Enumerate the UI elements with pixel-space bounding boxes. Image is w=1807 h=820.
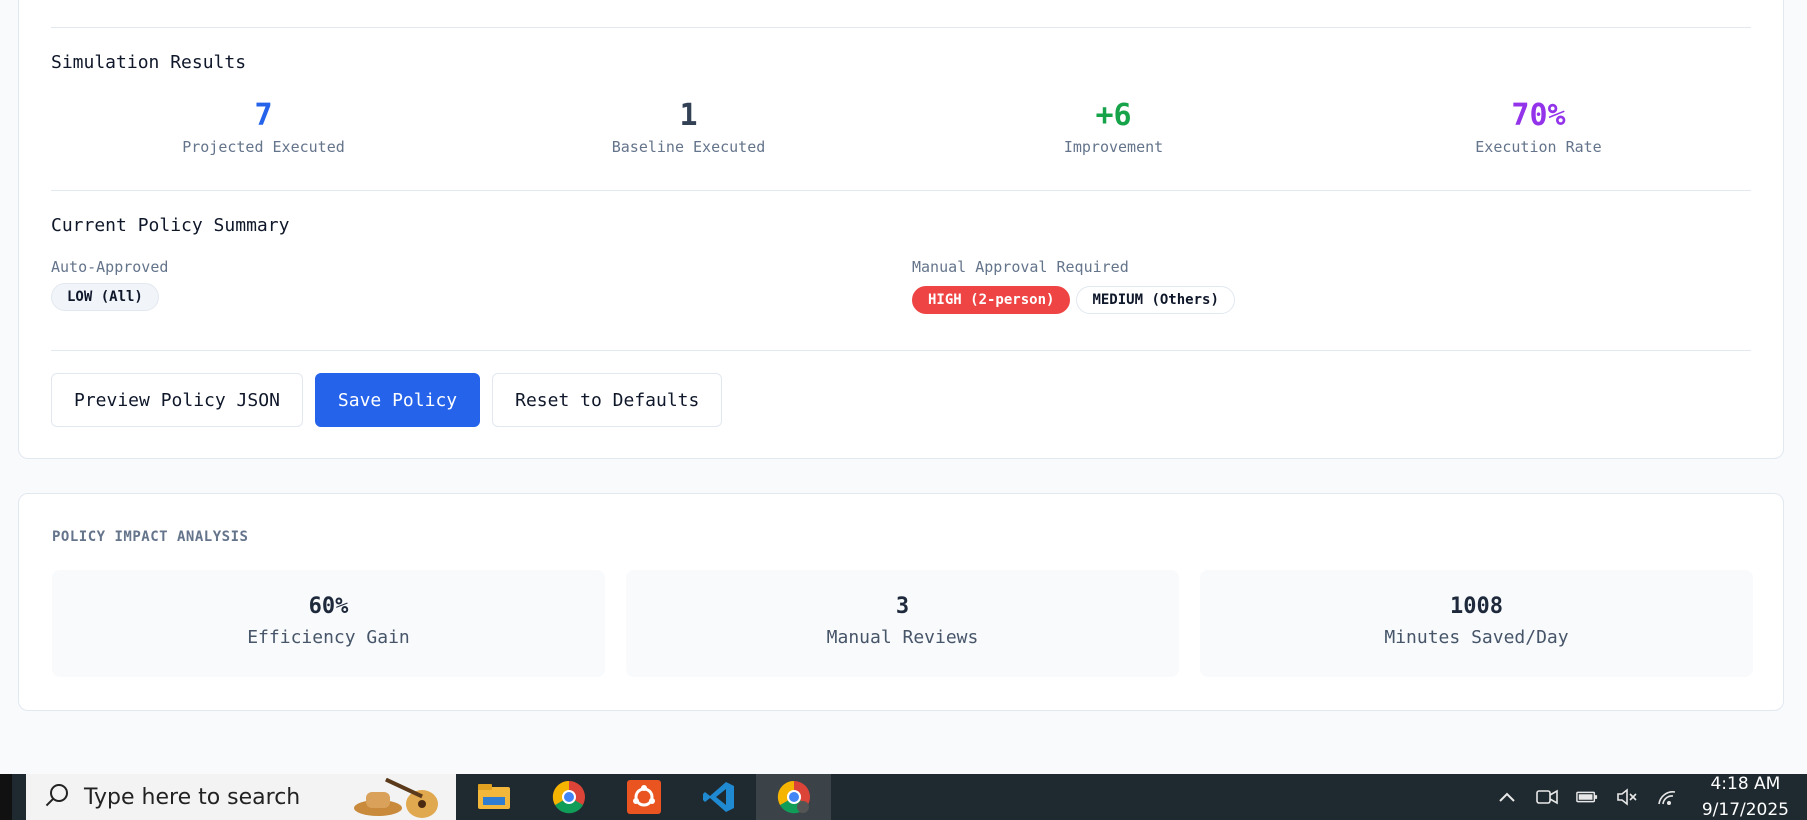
clock[interactable]: 4:18 AM 9/17/2025 — [1702, 771, 1789, 820]
clock-date: 9/17/2025 — [1701, 800, 1789, 820]
impact-manual-reviews: 3 Manual Reviews — [626, 570, 1179, 677]
impact-value: 1008 — [1450, 594, 1503, 619]
pill-high: HIGH (2-person) — [912, 286, 1071, 314]
chrome-icon[interactable] — [531, 774, 606, 820]
policy-summary-title: Current Policy Summary — [51, 215, 290, 236]
wifi-icon[interactable] — [1656, 786, 1678, 808]
ubuntu-icon[interactable] — [606, 774, 681, 820]
file-explorer-icon[interactable] — [456, 774, 531, 820]
impact-efficiency-gain: 60% Efficiency Gain — [52, 570, 605, 677]
impact-label: Manual Reviews — [826, 627, 979, 648]
stat-label: Projected Executed — [182, 138, 345, 156]
search-icon — [42, 782, 72, 812]
taskbar-search[interactable]: Type here to search — [26, 774, 456, 820]
stat-label: Execution Rate — [1475, 138, 1602, 156]
auto-approved-label: Auto-Approved — [51, 258, 169, 276]
search-placeholder: Type here to search — [84, 784, 301, 810]
manual-approval-label: Manual Approval Required — [912, 258, 1129, 276]
divider — [51, 190, 1751, 191]
policy-actions: Preview Policy JSON Save Policy Reset to… — [51, 373, 723, 427]
simulation-stats: 7 Projected Executed 1 Baseline Executed… — [51, 98, 1751, 156]
stat-baseline-executed: 1 Baseline Executed — [476, 98, 901, 156]
start-button[interactable] — [0, 774, 12, 820]
stat-label: Baseline Executed — [611, 138, 766, 156]
impact-value: 3 — [895, 594, 910, 619]
stat-value: 1 — [679, 98, 698, 133]
meet-now-icon[interactable] — [1536, 786, 1558, 808]
impact-label: Efficiency Gain — [247, 627, 410, 648]
stat-improvement: +6 Improvement — [901, 98, 1326, 156]
impact-label: Minutes Saved/Day — [1384, 627, 1569, 648]
pill-medium: MEDIUM (Others) — [1076, 286, 1235, 314]
impact-card: POLICY IMPACT ANALYSIS 60% Efficiency Ga… — [18, 493, 1784, 711]
clock-time: 4:18 AM — [1710, 774, 1781, 794]
simulation-title: Simulation Results — [51, 52, 247, 73]
impact-title: POLICY IMPACT ANALYSIS — [52, 529, 249, 545]
guitar-cowboy-icon — [354, 778, 438, 818]
taskbar: Type here to search 4:18 AM 9/17/2025 — [0, 774, 1807, 820]
stat-execution-rate: 70% Execution Rate — [1326, 98, 1751, 156]
reset-defaults-button[interactable]: Reset to Defaults — [492, 373, 723, 427]
system-tray: 4:18 AM 9/17/2025 — [1496, 771, 1807, 820]
stat-value: +6 — [1095, 98, 1132, 133]
divider — [51, 350, 1751, 351]
divider — [51, 27, 1751, 28]
impact-minutes-saved: 1008 Minutes Saved/Day — [1200, 570, 1753, 677]
vscode-icon[interactable] — [681, 774, 756, 820]
chevron-up-icon[interactable] — [1496, 786, 1518, 808]
battery-icon[interactable] — [1576, 786, 1598, 808]
preview-policy-json-button[interactable]: Preview Policy JSON — [51, 373, 303, 427]
impact-value: 60% — [308, 594, 349, 619]
stat-projected-executed: 7 Projected Executed — [51, 98, 476, 156]
pill-low: LOW (All) — [51, 283, 159, 311]
stat-label: Improvement — [1063, 138, 1164, 156]
volume-muted-icon[interactable] — [1616, 786, 1638, 808]
chrome-profile-icon[interactable] — [756, 774, 831, 820]
stat-value: 7 — [254, 98, 273, 133]
stat-value: 70% — [1511, 98, 1566, 133]
save-policy-button[interactable]: Save Policy — [314, 373, 481, 427]
manual-approval-group: Manual Approval Required HIGH (2-person)… — [912, 258, 1235, 314]
auto-approved-group: Auto-Approved LOW (All) — [51, 258, 168, 311]
